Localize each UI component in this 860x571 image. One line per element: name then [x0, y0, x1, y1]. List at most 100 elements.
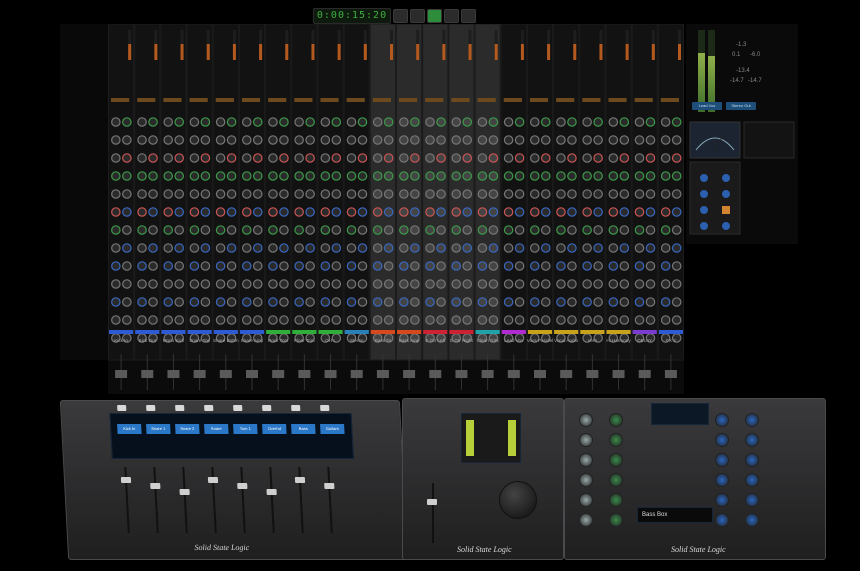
mixer-knob[interactable]: [252, 315, 263, 325]
mixer-knob[interactable]: [608, 225, 619, 235]
mixer-knob[interactable]: [567, 207, 577, 217]
mixer-knob[interactable]: [279, 153, 289, 163]
mixer-knob[interactable]: [556, 279, 566, 289]
mixer-knob[interactable]: [215, 189, 226, 199]
mixer-knob[interactable]: [514, 243, 525, 253]
mixer-knob[interactable]: [383, 243, 394, 253]
mixer-knob[interactable]: [671, 135, 682, 145]
mixer-knob[interactable]: [567, 315, 577, 325]
mixer-knob[interactable]: [660, 207, 671, 217]
mixer-knob[interactable]: [593, 153, 603, 163]
mixer-knob[interactable]: [619, 189, 630, 199]
mixer-knob[interactable]: [503, 297, 514, 307]
uf8-fader-cap[interactable]: [294, 477, 306, 483]
mixer-knob[interactable]: [372, 315, 383, 325]
mixer-knob[interactable]: [503, 153, 514, 163]
mixer-knob[interactable]: [593, 189, 603, 199]
mixer-knob[interactable]: [556, 315, 566, 325]
mixer-knob[interactable]: [383, 315, 394, 325]
mixer-knob[interactable]: [582, 261, 592, 271]
mixer-knob[interactable]: [305, 117, 315, 127]
mixer-knob[interactable]: [399, 171, 409, 181]
mixer-knob[interactable]: [529, 207, 540, 217]
mixer-knob[interactable]: [567, 279, 577, 289]
mixer-knob[interactable]: [556, 297, 566, 307]
mixer-knob[interactable]: [503, 117, 514, 127]
mixer-knob[interactable]: [451, 153, 462, 163]
mixer-knob[interactable]: [645, 207, 656, 217]
mixer-knob[interactable]: [567, 189, 577, 199]
mixer-knob[interactable]: [660, 171, 671, 181]
mixer-knob[interactable]: [226, 207, 237, 217]
mixer-knob[interactable]: [660, 297, 671, 307]
mixer-knob[interactable]: [529, 243, 540, 253]
mixer-knob[interactable]: [660, 117, 671, 127]
mixer-knob[interactable]: [148, 117, 158, 127]
mixer-knob[interactable]: [226, 171, 237, 181]
mixer-knob[interactable]: [320, 243, 331, 253]
mixer-knob[interactable]: [556, 189, 566, 199]
mixer-knob[interactable]: [425, 279, 435, 289]
mixer-knob[interactable]: [634, 135, 645, 145]
mixer-knob[interactable]: [163, 171, 174, 181]
mixer-knob[interactable]: [436, 243, 446, 253]
mixer-knob[interactable]: [174, 189, 185, 199]
mixer-knob[interactable]: [215, 153, 226, 163]
mixer-knob[interactable]: [410, 279, 420, 289]
mixer-knob[interactable]: [410, 297, 420, 307]
mixer-knob[interactable]: [425, 207, 435, 217]
mixer-knob[interactable]: [279, 117, 289, 127]
mixer-knob[interactable]: [148, 297, 158, 307]
mixer-knob[interactable]: [436, 117, 446, 127]
mixer-knob[interactable]: [671, 207, 682, 217]
uf8-select-button[interactable]: [117, 405, 127, 411]
mixer-knob[interactable]: [410, 261, 420, 271]
mixer-knob[interactable]: [137, 315, 147, 325]
mixer-knob[interactable]: [399, 279, 409, 289]
mixer-knob[interactable]: [514, 153, 525, 163]
mixer-knob[interactable]: [660, 225, 671, 235]
mixer-knob[interactable]: [425, 225, 435, 235]
mixer-knob[interactable]: [619, 207, 630, 217]
mixer-knob[interactable]: [451, 171, 462, 181]
mixer-knob[interactable]: [451, 225, 462, 235]
uf8-select-button[interactable]: [204, 405, 214, 411]
mixer-knob[interactable]: [540, 171, 551, 181]
mixer-knob[interactable]: [660, 279, 671, 289]
mixer-knob[interactable]: [346, 261, 357, 271]
mixer-knob[interactable]: [320, 117, 331, 127]
uc1-knob[interactable]: [715, 493, 729, 507]
mixer-knob[interactable]: [163, 135, 174, 145]
mixer-knob[interactable]: [514, 207, 525, 217]
mixer-knob[interactable]: [567, 297, 577, 307]
mixer-knob[interactable]: [137, 207, 147, 217]
mixer-knob[interactable]: [320, 279, 331, 289]
uf8-fader-cap[interactable]: [120, 477, 132, 483]
mixer-knob[interactable]: [462, 171, 473, 181]
mixer-knob[interactable]: [477, 189, 488, 199]
mixer-knob[interactable]: [252, 117, 263, 127]
mixer-knob[interactable]: [163, 225, 174, 235]
mixer-knob[interactable]: [148, 135, 158, 145]
mixer-knob[interactable]: [619, 117, 630, 127]
mixer-knob[interactable]: [174, 171, 185, 181]
mixer-knob[interactable]: [634, 297, 645, 307]
mixer-knob[interactable]: [189, 297, 200, 307]
mixer-knob[interactable]: [346, 225, 357, 235]
uc1-knob[interactable]: [609, 433, 623, 447]
mixer-knob[interactable]: [488, 261, 499, 271]
mixer-knob[interactable]: [241, 243, 252, 253]
mixer-knob[interactable]: [529, 297, 540, 307]
mixer-knob[interactable]: [477, 261, 488, 271]
mixer-knob[interactable]: [514, 135, 525, 145]
mixer-knob[interactable]: [305, 207, 315, 217]
mixer-knob[interactable]: [163, 189, 174, 199]
mixer-knob[interactable]: [540, 135, 551, 145]
mixer-knob[interactable]: [215, 279, 226, 289]
mixer-knob[interactable]: [189, 243, 200, 253]
mixer-knob[interactable]: [200, 153, 211, 163]
mixer-knob[interactable]: [122, 261, 132, 271]
mixer-knob[interactable]: [189, 189, 200, 199]
mixer-knob[interactable]: [294, 153, 304, 163]
mixer-knob[interactable]: [593, 315, 603, 325]
